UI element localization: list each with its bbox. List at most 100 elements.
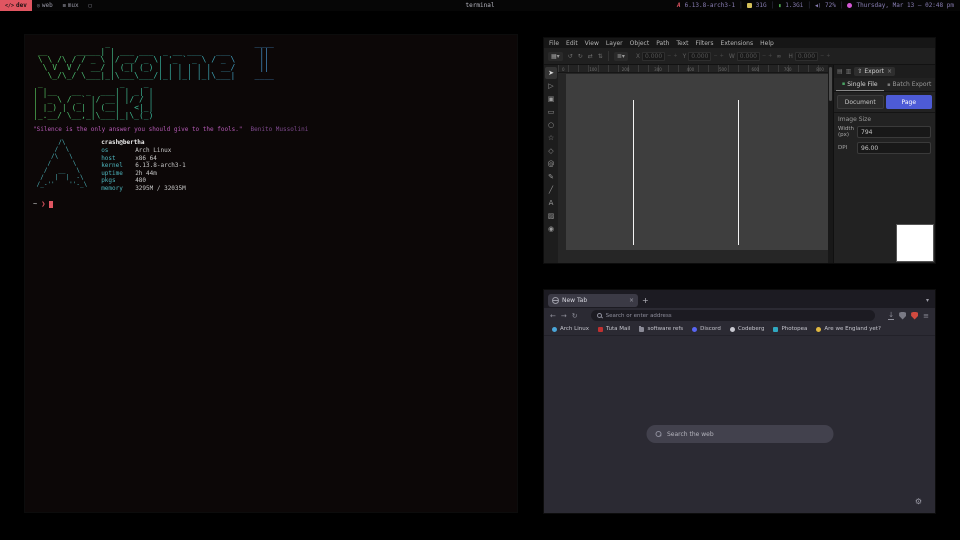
coord-x-field[interactable]: 0.000: [642, 52, 665, 61]
spin-plus-icon[interactable]: +: [768, 53, 772, 59]
globe-icon: ◎: [37, 3, 40, 9]
bookmark-are-we-england-yet[interactable]: Are we England yet?: [816, 326, 880, 332]
bookmark-arch-linux[interactable]: Arch Linux: [552, 326, 589, 332]
bookmark-label: Codeberg: [738, 326, 765, 332]
selection-mode-dropdown[interactable]: ▦▾: [548, 52, 563, 61]
workspace-web[interactable]: ◎web: [32, 0, 58, 11]
menu-filters[interactable]: Filters: [696, 40, 714, 47]
spin-minus-icon[interactable]: −: [667, 53, 671, 59]
menu-text[interactable]: Text: [676, 40, 688, 47]
workspace-dev[interactable]: </>dev: [0, 0, 32, 11]
box3d-tool-icon[interactable]: ◇: [545, 145, 557, 157]
menu-file[interactable]: File: [549, 40, 559, 47]
spin-minus-icon[interactable]: −: [820, 53, 824, 59]
flip-vertical-icon[interactable]: ⇅: [598, 53, 603, 60]
discord-favicon: [692, 327, 697, 332]
dpi-input[interactable]: 96.00: [857, 142, 931, 154]
browser-tab-newtab[interactable]: New Tab ×: [548, 294, 638, 307]
spin-plus-icon[interactable]: +: [826, 53, 830, 59]
shell-prompt[interactable]: ~ ❯: [33, 200, 509, 208]
drawn-vertical-line-2[interactable]: [738, 100, 739, 245]
menu-view[interactable]: View: [585, 40, 599, 47]
arch-ascii-logo: /\ / \ /\ \ / \ / __ \ / | | -\ /_-'' ''…: [33, 139, 87, 192]
spin-plus-icon[interactable]: +: [673, 53, 677, 59]
objects-dialog-icon[interactable]: ▥: [846, 68, 852, 75]
bookmark-software-refs[interactable]: software refs: [639, 326, 683, 332]
separator: │: [739, 2, 743, 9]
document-scope-button[interactable]: Document: [837, 95, 884, 109]
terminal-window[interactable]: _ ____ __ _____| | ___ ___ _ __ ___ ___ …: [24, 34, 518, 513]
selector-tool-icon[interactable]: ➤: [545, 67, 557, 79]
drawn-vertical-line-1[interactable]: [633, 100, 634, 245]
menu-object[interactable]: Object: [630, 40, 650, 47]
menu-extensions[interactable]: Extensions: [721, 40, 754, 47]
spin-minus-icon[interactable]: −: [713, 53, 717, 59]
ellipse-tool-icon[interactable]: ○: [545, 119, 557, 131]
rectangle-tool-icon[interactable]: ▭: [545, 106, 557, 118]
adblock-icon[interactable]: [911, 312, 918, 320]
ascii-banner-back: _ _ _ | |__ __ _ ___| | _| | | '_ \ / _`…: [33, 80, 509, 120]
flip-horizontal-icon[interactable]: ⇄: [588, 53, 593, 60]
menu-edit[interactable]: Edit: [566, 40, 578, 47]
search-icon: [597, 313, 602, 318]
ruler-number: 300: [654, 67, 662, 72]
spin-minus-icon[interactable]: −: [762, 53, 766, 59]
drawing-canvas[interactable]: [558, 73, 828, 263]
page-background[interactable]: [566, 74, 828, 250]
menu-help[interactable]: Help: [760, 40, 774, 47]
bezier-pen-tool-icon[interactable]: ╱: [545, 184, 557, 196]
web-search-input[interactable]: Search the web: [646, 425, 833, 443]
new-tab-button[interactable]: +: [642, 296, 649, 305]
scrollbar-thumb[interactable]: [829, 67, 832, 101]
bookmark-label: Photopea: [781, 326, 807, 332]
fetch-label: pkgs: [101, 177, 135, 185]
close-icon[interactable]: ×: [887, 68, 892, 75]
page-scope-button[interactable]: Page: [886, 95, 933, 109]
align-dropdown[interactable]: ≣▾: [614, 52, 628, 61]
bookmark-tuta-mail[interactable]: Tuta Mail: [598, 326, 630, 332]
workspace-mux[interactable]: ⊞mux: [58, 0, 84, 11]
spin-plus-icon[interactable]: +: [720, 53, 724, 59]
bookmark-photopea[interactable]: Photopea: [773, 326, 807, 332]
menu-path[interactable]: Path: [656, 40, 669, 47]
bookmark-discord[interactable]: Discord: [692, 326, 721, 332]
reload-button[interactable]: ↻: [572, 312, 578, 320]
workspace-icon[interactable]: □: [84, 0, 97, 11]
pencil-tool-icon[interactable]: ✎: [545, 171, 557, 183]
url-bar[interactable]: Search or enter address: [591, 310, 876, 321]
newtab-settings-gear-icon[interactable]: ⚙: [915, 497, 922, 506]
lock-ratio-icon[interactable]: ∞: [776, 53, 781, 60]
dropper-tool-icon[interactable]: ◉: [545, 223, 557, 235]
single-file-icon: ▪: [842, 81, 845, 87]
node-tool-icon[interactable]: ▷: [545, 80, 557, 92]
rotate-ccw-icon[interactable]: ↺: [568, 53, 573, 60]
shape-builder-tool-icon[interactable]: ▣: [545, 93, 557, 105]
back-button[interactable]: ←: [550, 312, 556, 320]
star-tool-icon[interactable]: ☆: [545, 132, 557, 144]
browser-window[interactable]: New Tab × + ▾ ← → ↻ Search or enter addr…: [543, 289, 936, 514]
coord-y-field[interactable]: 0.000: [688, 52, 711, 61]
tab-batch-export[interactable]: ▪ Batch Export: [886, 79, 934, 90]
coord-w-field[interactable]: 0.000: [737, 52, 760, 61]
coord-h-field[interactable]: 0.000: [795, 52, 818, 61]
export-dialog-tab[interactable]: ⇧ Export ×: [854, 67, 895, 76]
forward-button[interactable]: →: [561, 312, 567, 320]
rotate-cw-icon[interactable]: ↻: [578, 53, 583, 60]
tab-single-file[interactable]: ▪ Single File: [836, 79, 884, 91]
menu-layer[interactable]: Layer: [606, 40, 623, 47]
width-input[interactable]: 794: [857, 126, 931, 138]
close-tab-icon[interactable]: ×: [629, 297, 634, 304]
spiral-tool-icon[interactable]: @: [545, 158, 557, 170]
browser-shield-icon[interactable]: [899, 312, 906, 320]
gradient-tool-icon[interactable]: ▨: [545, 210, 557, 222]
bookmark-codeberg[interactable]: Codeberg: [730, 326, 765, 332]
text-tool-icon[interactable]: A: [545, 197, 557, 209]
layers-dialog-icon[interactable]: ▤: [837, 68, 843, 75]
menu-icon[interactable]: ≡: [923, 312, 929, 320]
downloads-icon[interactable]: ↓: [888, 312, 894, 320]
volume-icon[interactable]: ◀): [815, 3, 821, 9]
bookmark-label: Discord: [700, 326, 721, 332]
quote-line: "Silence is the only answer you should g…: [33, 126, 509, 134]
list-all-tabs-icon[interactable]: ▾: [926, 297, 931, 304]
inkscape-window[interactable]: File Edit View Layer Object Path Text Filters Ex…: [543, 37, 936, 264]
